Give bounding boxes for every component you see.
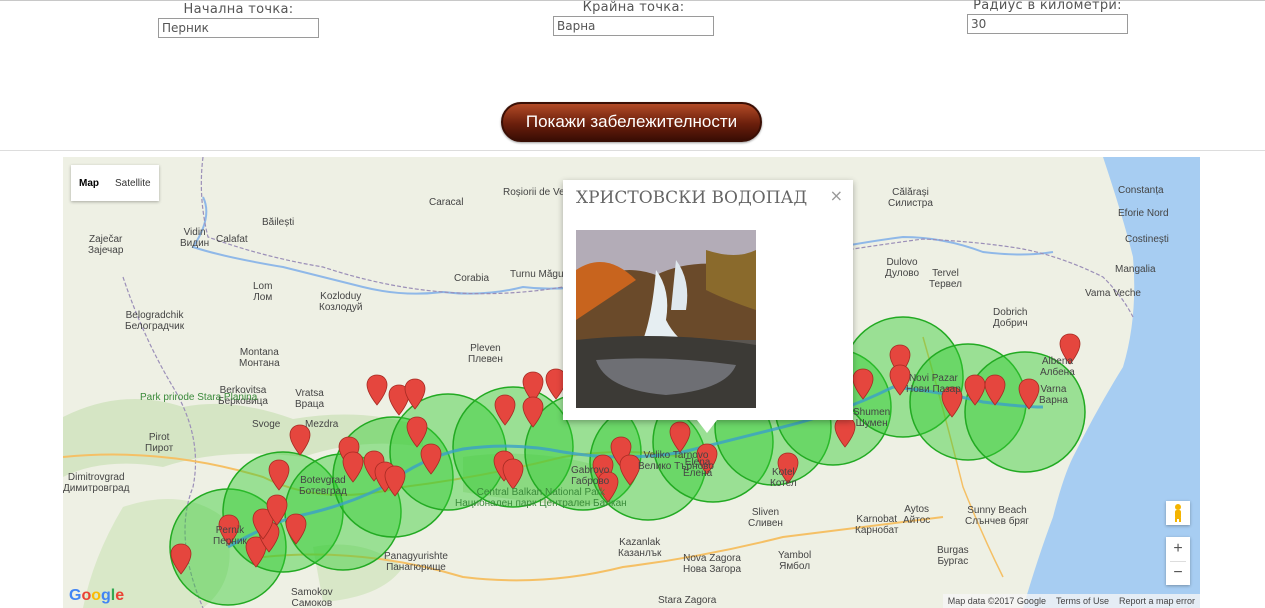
radius-group: Радиус в километри:: [967, 0, 1128, 34]
start-point-label: Начална точка:: [183, 2, 294, 17]
map-type-satellite-button[interactable]: Satellite: [107, 178, 159, 189]
radius-label: Радиус в километри:: [973, 0, 1122, 13]
place-label: Dimitrovgrad Димитровград: [63, 472, 130, 494]
place-label: Elena Елена: [683, 457, 713, 479]
place-label: Kotel Котел: [770, 467, 797, 489]
show-landmarks-button[interactable]: Покажи забележителности: [501, 102, 762, 142]
place-label: Yambol Ямбол: [778, 550, 812, 572]
place-label: Calafat: [216, 234, 248, 245]
place-label: Zaječar Зајечар: [88, 234, 124, 256]
place-label: Sunny Beach Слънчев бряг: [965, 505, 1029, 527]
place-label: Samokov Самоков: [291, 587, 333, 608]
place-label: Tervel Тервел: [929, 268, 962, 290]
google-logo: Google: [69, 587, 125, 604]
place-label: Pleven Плевен: [468, 343, 503, 365]
start-point-group: Начална точка:: [158, 2, 319, 38]
place-label: Eforie Nord: [1118, 208, 1169, 219]
place-label: Constanța: [1118, 185, 1164, 196]
info-window-title: ХРИСТОВСКИ ВОДОПАД: [576, 188, 808, 208]
place-label: Kazanlak Казанлък: [618, 537, 662, 559]
map-type-map-button[interactable]: Map: [71, 178, 107, 189]
zoom-control: + −: [1166, 537, 1190, 585]
map-data-credit: Map data ©2017 Google: [947, 596, 1046, 606]
place-label: Botevgrad Ботевград: [299, 475, 347, 497]
place-label: Vidin Видин: [180, 227, 210, 249]
map-footer: Map data ©2017 Google Terms of Use Repor…: [942, 594, 1200, 608]
place-label: Park prirode Stara Planina: [140, 392, 258, 403]
waterfall-image: [576, 230, 756, 408]
map-type-control: Map Satellite: [71, 165, 159, 201]
place-label: Varna Варна: [1039, 384, 1068, 406]
place-label: Albena Албена: [1040, 356, 1075, 378]
place-label: Kozloduy Козлодуй: [319, 291, 363, 313]
place-label: Svoge: [252, 419, 281, 430]
place-label: Shumen Шумен: [853, 407, 891, 429]
place-label: Belogradchik Белоградчик: [125, 310, 185, 332]
place-label: Central Balkan National Park Национален п…: [455, 487, 627, 509]
place-label: Panagyurishte Панагюрище: [384, 551, 448, 573]
divider: [0, 150, 1265, 151]
start-point-input[interactable]: [158, 18, 319, 38]
info-window: ХРИСТОВСКИ ВОДОПАД ×: [563, 180, 853, 433]
place-label: Aytos Айтос: [903, 504, 931, 526]
place-label: Novi Pazar Нови Пазар: [906, 373, 961, 395]
google-map[interactable]: Călărași Силистра Constanța Eforie Nord C…: [63, 157, 1200, 608]
place-label: Corabia: [454, 273, 490, 284]
zoom-in-button[interactable]: +: [1166, 537, 1190, 561]
place-label: Pirot Пирот: [145, 432, 174, 454]
place-label: Montana Монтана: [239, 347, 280, 369]
place-label: Nova Zagora Нова Загора: [683, 553, 742, 575]
place-label: Karnobat Карнобат: [855, 514, 899, 536]
place-label: Sliven Сливен: [748, 507, 783, 529]
end-point-group: Крайна точка:: [553, 0, 714, 36]
place-label: Călărași Силистра: [888, 187, 933, 209]
place-label: Mangalia: [1115, 264, 1156, 275]
place-label: Pernik Перник: [213, 525, 247, 547]
report-error-link[interactable]: Report a map error: [1114, 596, 1200, 606]
place-label: Vratsa Враца: [295, 388, 325, 410]
place-label: Băilești: [262, 217, 295, 228]
radius-input[interactable]: [967, 14, 1128, 34]
place-label: Vama Veche: [1085, 288, 1141, 299]
zoom-out-button[interactable]: −: [1166, 561, 1190, 585]
place-label: Dobrich Добрич: [993, 307, 1028, 329]
terms-of-use-link[interactable]: Terms of Use: [1051, 596, 1114, 606]
close-icon[interactable]: ×: [830, 186, 843, 205]
place-label: Lom Лом: [253, 281, 273, 303]
place-label: Burgas Бургас: [937, 545, 969, 567]
waterfall-photo: [576, 230, 756, 408]
end-point-input[interactable]: [553, 16, 714, 36]
place-label: Caracal: [429, 197, 464, 208]
end-point-label: Крайна точка:: [582, 0, 685, 15]
place-label: Costinești: [1125, 234, 1169, 245]
place-label: Mezdra: [305, 419, 339, 430]
place-label: Dulovo Дулово: [885, 257, 920, 279]
place-label: Gabrovo Габрово: [571, 465, 610, 487]
place-label: Stara Zagora: [658, 595, 717, 606]
street-view-pegman-icon[interactable]: [1166, 501, 1190, 525]
